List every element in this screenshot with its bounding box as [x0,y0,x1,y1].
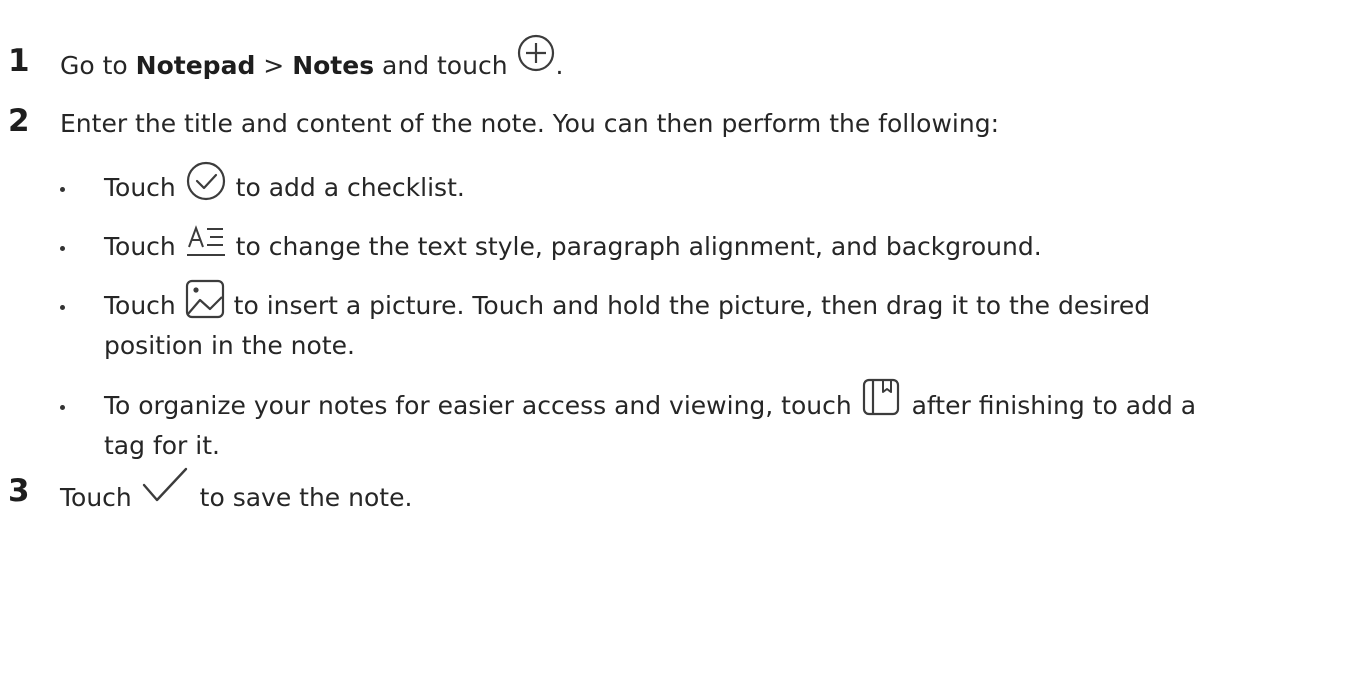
step-number: 3 [8,473,30,509]
step-text: Touch to save the note. [60,467,412,518]
checkmark-icon [142,467,188,503]
step-text: Go to Notepad > Notes and touch . [60,34,563,86]
bullet-marker [60,305,65,310]
checklist-icon [186,161,226,201]
bullet-add-tag-continued: tag for it. [104,431,220,460]
notes-tab-name: Notes [292,51,375,80]
step-number: 2 [8,103,30,139]
bullet-add-tag: To organize your notes for easier access… [104,378,1196,426]
bullet-insert-picture: Touch to insert a picture. Touch and hol… [104,279,1150,327]
picture-icon [185,279,225,319]
text-style-icon [186,225,226,259]
step-number: 1 [8,43,30,79]
bullet-marker [60,187,65,192]
notepad-app-name: Notepad [135,51,256,80]
bullet-checklist: Touch to add a checklist. [104,161,465,209]
step-text: Enter the title and content of the note.… [60,109,999,138]
bullet-marker [60,246,65,251]
tag-icon [862,378,900,416]
bullet-marker [60,405,65,410]
bullet-insert-picture-continued: position in the note. [104,331,355,360]
bullet-text-style: Touch to change the text style, paragrap… [104,225,1042,267]
add-circle-icon [517,34,555,72]
